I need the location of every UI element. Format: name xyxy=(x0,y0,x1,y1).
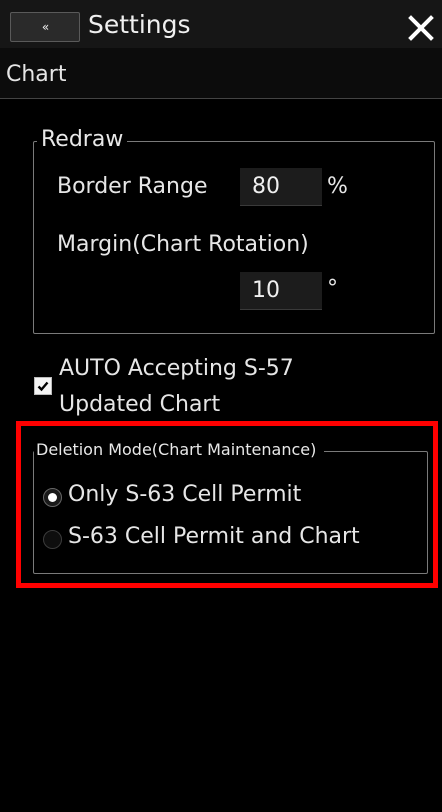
highlight-box xyxy=(16,421,438,588)
close-button[interactable] xyxy=(405,13,437,43)
auto-accept-checkbox[interactable] xyxy=(34,377,52,395)
window-title: Settings xyxy=(88,10,191,39)
collapse-button[interactable]: « xyxy=(10,12,80,42)
margin-unit: ° xyxy=(327,276,338,301)
title-bar: « Settings xyxy=(0,0,442,49)
double-chevron-left-icon: « xyxy=(41,20,49,34)
border-range-label: Border Range xyxy=(57,174,208,199)
checkmark-icon xyxy=(37,381,49,392)
redraw-legend: Redraw xyxy=(37,127,128,152)
auto-accept-label-line1: AUTO Accepting S-57 xyxy=(59,356,294,381)
section-title: Chart xyxy=(6,62,67,87)
close-icon xyxy=(408,15,434,41)
section-header: Chart xyxy=(0,48,442,99)
margin-input[interactable] xyxy=(240,272,322,310)
auto-accept-label-line2: Updated Chart xyxy=(59,392,221,417)
border-range-unit: % xyxy=(327,174,348,199)
border-range-input[interactable] xyxy=(240,168,322,206)
margin-label: Margin(Chart Rotation) xyxy=(57,232,309,257)
